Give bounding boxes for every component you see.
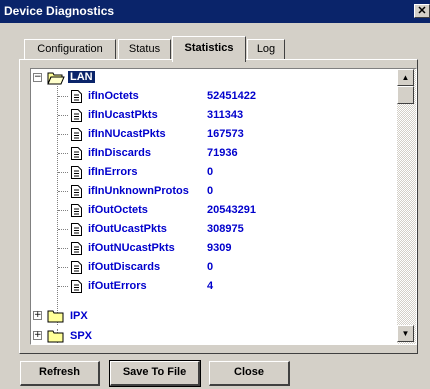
stat-label: ifInDiscards — [88, 147, 151, 159]
statistics-tree[interactable]: − LAN ifInOctets 52451422 ifInUcastPkts … — [30, 68, 417, 345]
tree-node-label-spx[interactable]: SPX — [70, 330, 92, 342]
title-bar[interactable]: Device Diagnostics ✕ — [0, 0, 430, 23]
folder-icon — [47, 310, 64, 323]
document-icon — [71, 147, 82, 160]
tab-configuration[interactable]: Configuration — [24, 39, 116, 60]
tree-leaf-ifouterrors[interactable]: ifOutErrors 4 — [31, 277, 397, 295]
document-icon — [71, 109, 82, 122]
stat-value: 4 — [207, 280, 214, 292]
stat-value: 71936 — [207, 147, 238, 159]
tree-leaf-ifinoctets[interactable]: ifInOctets 52451422 — [31, 87, 397, 105]
tab-strip: Configuration Status Statistics Log — [24, 36, 404, 62]
document-icon — [71, 223, 82, 236]
stat-value: 52451422 — [207, 90, 256, 102]
refresh-button[interactable]: Refresh — [20, 361, 100, 386]
stat-label: ifInErrors — [88, 166, 138, 178]
folder-icon — [47, 330, 64, 343]
tree-leaf-ifoutnucastpkts[interactable]: ifOutNUcastPkts 9309 — [31, 239, 397, 257]
document-icon — [71, 242, 82, 255]
vertical-scrollbar[interactable]: ▲ ▼ — [397, 69, 416, 344]
stat-value: 20543291 — [207, 204, 256, 216]
document-icon — [71, 166, 82, 179]
tree-viewport: − LAN ifInOctets 52451422 ifInUcastPkts … — [31, 69, 397, 344]
save-to-file-button[interactable]: Save To File — [109, 360, 201, 387]
expand-icon[interactable]: + — [33, 331, 42, 340]
close-icon: ✕ — [417, 5, 427, 17]
stat-label: ifInUnknownProtos — [88, 185, 189, 197]
open-folder-icon — [47, 72, 65, 85]
tree-leaf-ifinnucastpkts[interactable]: ifInNUcastPkts 167573 — [31, 125, 397, 143]
tree-leaf-ifoutoctets[interactable]: ifOutOctets 20543291 — [31, 201, 397, 219]
tree-leaf-ifinunknownprotos[interactable]: ifInUnknownProtos 0 — [31, 182, 397, 200]
scroll-up-button[interactable]: ▲ — [397, 69, 414, 86]
tree-line-horizontal — [58, 267, 68, 268]
stat-value: 9309 — [207, 242, 232, 254]
arrow-up-icon: ▲ — [401, 73, 410, 82]
tree-line-horizontal — [58, 134, 68, 135]
stat-label: ifInOctets — [88, 90, 139, 102]
collapse-icon[interactable]: − — [33, 73, 42, 82]
tree-leaf-ifinucastpkts[interactable]: ifInUcastPkts 311343 — [31, 106, 397, 124]
tree-node-label-lan[interactable]: LAN — [68, 71, 95, 83]
close-window-button[interactable]: ✕ — [414, 4, 430, 18]
document-icon — [71, 261, 82, 274]
tree-line-horizontal — [58, 96, 68, 97]
tree-line-horizontal — [58, 115, 68, 116]
tree-leaf-ifoutdiscards[interactable]: ifOutDiscards 0 — [31, 258, 397, 276]
window-title: Device Diagnostics — [4, 4, 115, 18]
stat-value: 308975 — [207, 223, 244, 235]
stat-label: ifOutNUcastPkts — [88, 242, 175, 254]
tree-leaf-ifoutucastpkts[interactable]: ifOutUcastPkts 308975 — [31, 220, 397, 238]
scroll-down-button[interactable]: ▼ — [397, 325, 414, 342]
tree-line-horizontal — [58, 229, 68, 230]
tree-node-label-ipx[interactable]: IPX — [70, 310, 88, 322]
stat-value: 167573 — [207, 128, 244, 140]
stat-label: ifOutOctets — [88, 204, 148, 216]
stat-value: 0 — [207, 261, 214, 273]
scroll-thumb[interactable] — [397, 86, 414, 104]
tree-line-horizontal — [58, 172, 68, 173]
stat-label: ifOutDiscards — [88, 261, 161, 273]
tab-status[interactable]: Status — [118, 39, 171, 60]
document-icon — [71, 185, 82, 198]
document-icon — [71, 204, 82, 217]
document-icon — [71, 280, 82, 293]
arrow-down-icon: ▼ — [401, 329, 410, 338]
device-diagnostics-window: Device Diagnostics ✕ Configuration Statu… — [0, 0, 430, 389]
tree-line-horizontal — [58, 210, 68, 211]
document-icon — [71, 90, 82, 103]
stat-value: 0 — [207, 166, 214, 178]
tree-leaf-ifindiscards[interactable]: ifInDiscards 71936 — [31, 144, 397, 162]
tree-node-ipx[interactable]: + IPX — [31, 307, 231, 325]
stat-label: ifInNUcastPkts — [88, 128, 166, 140]
tree-line-horizontal — [58, 286, 68, 287]
tree-node-spx[interactable]: + SPX — [31, 327, 231, 344]
tree-node-lan[interactable]: − LAN — [31, 69, 231, 87]
tree-leaf-ifinerrors[interactable]: ifInErrors 0 — [31, 163, 397, 181]
expand-icon[interactable]: + — [33, 311, 42, 320]
tree-line-horizontal — [58, 153, 68, 154]
tree-line-horizontal — [58, 191, 68, 192]
stat-value: 311343 — [207, 109, 244, 121]
document-icon — [71, 128, 82, 141]
tab-statistics[interactable]: Statistics — [172, 36, 246, 62]
tree-line-horizontal — [58, 248, 68, 249]
stat-label: ifOutErrors — [88, 280, 147, 292]
stat-label: ifInUcastPkts — [88, 109, 158, 121]
stat-value: 0 — [207, 185, 214, 197]
tab-log[interactable]: Log — [247, 39, 285, 60]
close-button[interactable]: Close — [209, 361, 290, 386]
stat-label: ifOutUcastPkts — [88, 223, 167, 235]
